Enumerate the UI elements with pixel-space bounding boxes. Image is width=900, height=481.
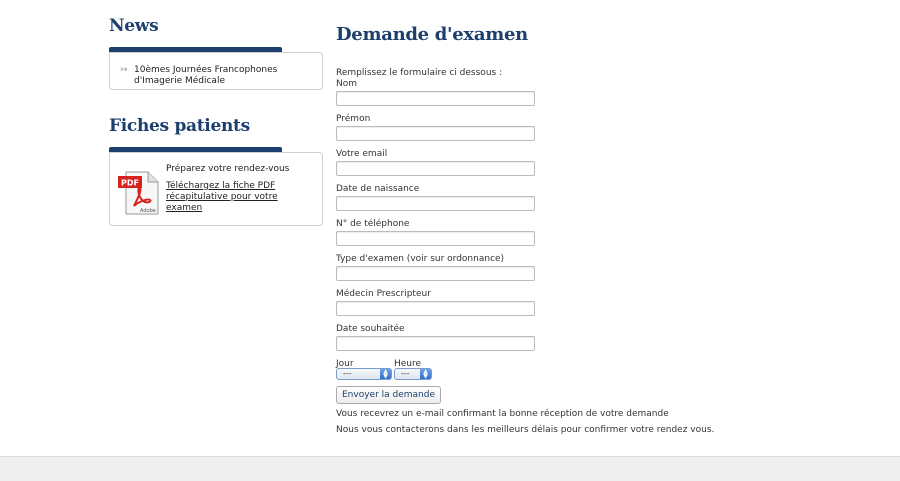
- hour-select[interactable]: --- ▲ ▼: [394, 368, 432, 380]
- arrow-right-icon: ↣: [120, 65, 128, 75]
- confirmation-note: Vous recevrez un e-mail confirmant la bo…: [336, 409, 669, 419]
- pdf-icon-label: PDF: [121, 179, 139, 188]
- submit-button[interactable]: Envoyer la demande: [336, 386, 442, 404]
- fiche-text: Préparez votre rendez-vous Téléchargez l…: [166, 164, 316, 214]
- contact-note: Nous vous contacterons dans les meilleur…: [336, 425, 715, 435]
- nom-label: Nom: [336, 79, 358, 89]
- sidebar: News ↣ 10èmes Journées Francophones d'Im…: [109, 16, 323, 226]
- nom-field[interactable]: [336, 91, 535, 106]
- news-item-text[interactable]: 10èmes Journées Francophones d'Imagerie …: [134, 65, 314, 87]
- exam-request-form: Demande d'examen Remplissez le formulair…: [336, 24, 786, 436]
- pdf-icon-brand: Adobe: [140, 208, 156, 214]
- page-title: Demande d'examen: [336, 24, 528, 45]
- day-hour-selects: --- ▲ ▼ --- ▲ ▼: [336, 368, 786, 380]
- phone-field[interactable]: [336, 231, 535, 246]
- day-select-value: ---: [343, 369, 352, 378]
- select-arrows-icon: ▲ ▼: [420, 369, 431, 380]
- doctor-label: Médecin Prescripteur: [336, 289, 431, 299]
- fiche-download-link[interactable]: Téléchargez la fiche PDF récapitulative …: [166, 181, 316, 214]
- birthdate-field[interactable]: [336, 196, 535, 211]
- news-title: News: [109, 16, 159, 36]
- hour-select-value: ---: [401, 369, 410, 378]
- doctor-field[interactable]: [336, 301, 535, 316]
- news-box: ↣ 10èmes Journées Francophones d'Imageri…: [109, 52, 323, 90]
- exam-type-label: Type d'examen (voir sur ordonnance): [336, 254, 505, 264]
- email-field[interactable]: [336, 161, 535, 176]
- phone-label: N° de téléphone: [336, 219, 410, 229]
- exam-type-field[interactable]: [336, 266, 535, 281]
- fiche-intro: Préparez votre rendez-vous: [166, 164, 290, 174]
- news-item[interactable]: ↣ 10èmes Journées Francophones d'Imageri…: [120, 65, 314, 87]
- prenom-field[interactable]: [336, 126, 535, 141]
- prenom-label: Prémon: [336, 114, 371, 124]
- footer-bar: [0, 456, 900, 481]
- desired-date-label: Date souhaitée: [336, 324, 405, 334]
- select-arrows-icon: ▲ ▼: [380, 369, 391, 380]
- form-intro: Remplissez le formulaire ci dessous :: [336, 68, 503, 78]
- email-label: Votre email: [336, 149, 388, 159]
- birthdate-label: Date de naissance: [336, 184, 420, 194]
- desired-date-field[interactable]: [336, 336, 535, 351]
- pdf-file-icon[interactable]: PDF Adobe: [116, 170, 162, 216]
- day-select[interactable]: --- ▲ ▼: [336, 368, 392, 380]
- fiches-title: Fiches patients: [109, 116, 250, 136]
- fiches-box: PDF Adobe Préparez votre rendez-vous Tél…: [109, 152, 323, 226]
